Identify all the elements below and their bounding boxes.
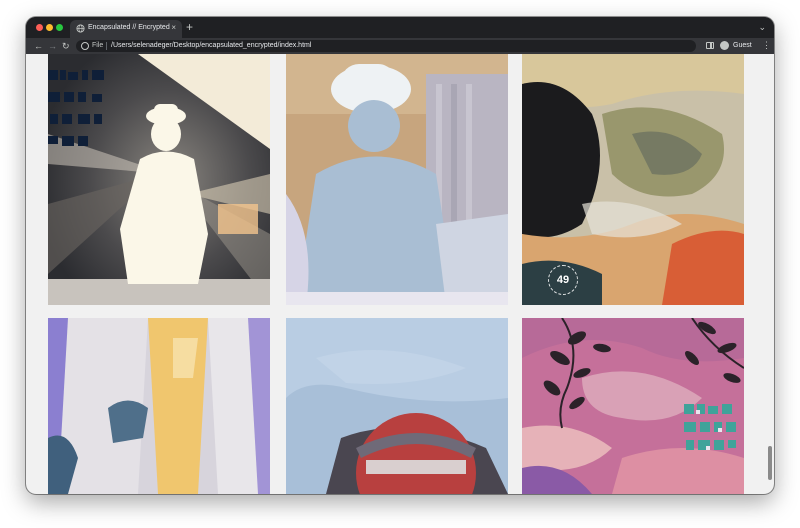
address-bar[interactable]: File /Users/selenadeger/Desktop/encapsul…: [76, 40, 696, 52]
gallery-tile[interactable]: [48, 54, 270, 305]
browser-window: Encapsulated // Encrypted × + ⌄ ← → ↻ Fi…: [26, 17, 774, 494]
profile-label[interactable]: Guest: [733, 41, 752, 51]
reload-button[interactable]: ↻: [62, 40, 70, 52]
info-icon[interactable]: [81, 42, 89, 50]
tab-bar: Encapsulated // Encrypted × + ⌄: [26, 17, 774, 38]
figure-with-hat-pale-blue-image: [286, 54, 508, 305]
minimize-window-button[interactable]: [46, 24, 53, 31]
tab-close-icon[interactable]: ×: [171, 23, 176, 33]
forward-button[interactable]: →: [48, 40, 57, 52]
side-panel-icon[interactable]: [706, 42, 714, 49]
browser-menu-icon[interactable]: ⋮: [762, 40, 771, 51]
tab-encapsulated[interactable]: Encapsulated // Encrypted ×: [70, 20, 182, 38]
browser-toolbar: ← → ↻ File /Users/selenadeger/Desktop/en…: [26, 38, 774, 54]
gallery-tile[interactable]: [286, 54, 508, 305]
page-viewport: 49: [26, 54, 774, 494]
gallery-tile[interactable]: [48, 318, 270, 494]
close-window-button[interactable]: [36, 24, 43, 31]
edition-number-badge: 49: [548, 265, 578, 295]
figure-white-coat-purple-image: [48, 318, 270, 494]
back-button[interactable]: ←: [34, 40, 43, 52]
gallery-tile[interactable]: [286, 318, 508, 494]
maximize-window-button[interactable]: [56, 24, 63, 31]
tab-title: Encapsulated // Encrypted: [88, 24, 170, 31]
gallery-tile[interactable]: 49: [522, 54, 744, 305]
leaves-pink-sky-image: [522, 318, 744, 494]
red-sign-blue-sky-image: [286, 318, 508, 494]
new-tab-button[interactable]: +: [186, 20, 193, 34]
page-scrollbar[interactable]: [768, 446, 772, 480]
gallery-tile[interactable]: [522, 318, 744, 494]
profile-avatar-icon[interactable]: [720, 41, 729, 50]
tab-search-button[interactable]: ⌄: [758, 20, 766, 34]
figure-with-hat-light-rays-image: [48, 54, 270, 305]
address-divider: [106, 42, 107, 50]
address-scheme: File: [92, 42, 104, 49]
globe-icon: [76, 24, 85, 33]
address-url[interactable]: /Users/selenadeger/Desktop/encapsulated_…: [111, 41, 311, 51]
